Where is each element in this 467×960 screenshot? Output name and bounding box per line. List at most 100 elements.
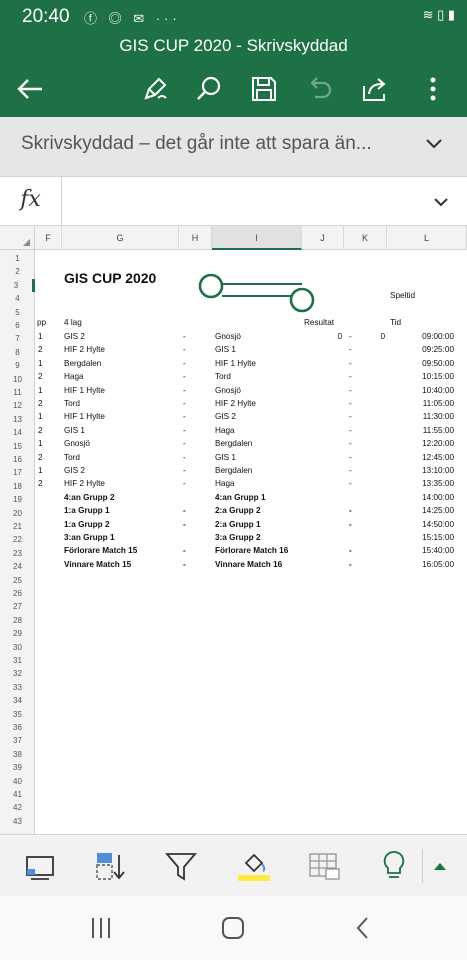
away-team-cell[interactable]: 4:an Grupp 1 <box>215 491 266 504</box>
filter-icon[interactable] <box>163 849 199 883</box>
row-header[interactable]: 20 <box>0 507 35 520</box>
away-team-cell[interactable]: GIS 1 <box>215 451 236 464</box>
result-away-cell[interactable] <box>355 370 385 383</box>
row-header[interactable]: 21 <box>0 520 35 533</box>
group-cell[interactable]: 2 <box>38 397 43 410</box>
row-header[interactable]: 38 <box>0 748 35 761</box>
time-cell[interactable]: 13:35:00 <box>392 477 454 490</box>
row-header[interactable]: 37 <box>0 734 35 747</box>
dash-cell[interactable]: - <box>349 410 352 423</box>
home-team-cell[interactable]: GIS 2 <box>64 464 85 477</box>
row-header[interactable]: 40 <box>0 775 35 788</box>
result-away-cell[interactable] <box>355 504 385 517</box>
dash-cell[interactable]: - <box>183 544 186 557</box>
row-header[interactable]: 25 <box>0 574 35 587</box>
result-home-cell[interactable] <box>312 464 342 477</box>
result-home-cell[interactable] <box>312 384 342 397</box>
away-team-cell[interactable]: Bergdalen <box>215 437 252 450</box>
group-cell[interactable]: 1 <box>38 330 43 343</box>
group-cell[interactable]: 2 <box>38 370 43 383</box>
home-icon[interactable] <box>218 914 248 942</box>
dash-cell[interactable]: - <box>349 437 352 450</box>
column-header[interactable]: K <box>344 226 387 250</box>
row-header[interactable]: 31 <box>0 654 35 667</box>
dash-cell[interactable]: - <box>183 451 186 464</box>
row-header[interactable]: 11 <box>0 386 35 399</box>
result-away-cell[interactable] <box>355 357 385 370</box>
expand-up-icon[interactable] <box>422 849 456 883</box>
group-cell[interactable]: 1 <box>38 464 43 477</box>
header-resultat[interactable]: Resultat <box>304 316 334 329</box>
dash-cell[interactable]: - <box>183 384 186 397</box>
pen-icon[interactable] <box>138 72 172 106</box>
result-home-cell[interactable] <box>312 491 342 504</box>
home-team-cell[interactable]: HIF 2 Hylte <box>64 477 105 490</box>
back-icon[interactable] <box>348 914 378 942</box>
row-header[interactable]: 14 <box>0 426 35 439</box>
time-cell[interactable]: 11:30:00 <box>392 410 454 423</box>
row-header[interactable]: 42 <box>0 801 35 814</box>
time-cell[interactable]: 13:10:00 <box>392 464 454 477</box>
dash-cell[interactable]: - <box>349 558 352 571</box>
header-tid[interactable]: Tid <box>390 316 401 329</box>
time-cell[interactable]: 09:25:00 <box>392 343 454 356</box>
row-header[interactable]: 19 <box>0 493 35 506</box>
away-team-cell[interactable]: GIS 2 <box>215 410 236 423</box>
row-header[interactable]: 2 <box>0 265 35 278</box>
result-home-cell[interactable] <box>312 477 342 490</box>
table-camera-icon[interactable] <box>306 849 342 883</box>
dash-cell[interactable]: - <box>349 424 352 437</box>
row-header[interactable]: 41 <box>0 788 35 801</box>
result-home-cell[interactable] <box>312 397 342 410</box>
row-header[interactable]: 26 <box>0 587 35 600</box>
result-away-cell[interactable] <box>355 343 385 356</box>
away-team-cell[interactable]: HIF 2 Hylte <box>215 397 256 410</box>
result-home-cell[interactable]: 0 <box>312 330 342 343</box>
result-home-cell[interactable] <box>312 451 342 464</box>
sheet-title[interactable]: GIS CUP 2020 <box>64 268 156 288</box>
dash-cell[interactable]: - <box>349 504 352 517</box>
result-away-cell[interactable] <box>355 544 385 557</box>
home-team-cell[interactable]: Förlorare Match 15 <box>64 544 137 557</box>
column-header[interactable]: J <box>302 226 344 250</box>
column-header[interactable]: F <box>35 226 62 250</box>
group-cell[interactable]: 1 <box>38 357 43 370</box>
time-cell[interactable]: 15:40:00 <box>392 544 454 557</box>
row-header[interactable]: 7 <box>0 332 35 345</box>
time-cell[interactable]: 16:05:00 <box>392 558 454 571</box>
row-header[interactable]: 27 <box>0 600 35 613</box>
readonly-message-bar[interactable]: Skrivskyddad – det går inte att spara än… <box>0 117 467 176</box>
away-team-cell[interactable]: 2:a Grupp 1 <box>215 518 261 531</box>
time-cell[interactable]: 14:50:00 <box>392 518 454 531</box>
dash-cell[interactable]: - <box>349 397 352 410</box>
away-team-cell[interactable]: Gnosjö <box>215 384 241 397</box>
result-home-cell[interactable] <box>312 518 342 531</box>
row-header[interactable]: 24 <box>0 560 35 573</box>
row-header[interactable]: 6 <box>0 319 35 332</box>
row-header[interactable]: 22 <box>0 533 35 546</box>
dash-cell[interactable]: - <box>183 424 186 437</box>
time-cell[interactable]: 14:25:00 <box>392 504 454 517</box>
row-header[interactable]: 16 <box>0 453 35 466</box>
home-team-cell[interactable]: Vinnare Match 15 <box>64 558 131 571</box>
chevron-down-icon[interactable] <box>433 195 449 213</box>
more-icon[interactable] <box>416 72 450 106</box>
result-away-cell[interactable] <box>355 397 385 410</box>
column-header[interactable]: H <box>179 226 212 250</box>
group-cell[interactable]: 2 <box>38 451 43 464</box>
result-away-cell[interactable] <box>355 424 385 437</box>
row-header[interactable]: 30 <box>0 641 35 654</box>
row-header[interactable]: 43 <box>0 815 35 828</box>
dash-cell[interactable]: - <box>183 357 186 370</box>
group-cell[interactable]: 1 <box>38 384 43 397</box>
row-header[interactable]: 12 <box>0 399 35 412</box>
result-home-cell[interactable] <box>312 370 342 383</box>
dash-cell[interactable]: - <box>183 370 186 383</box>
dash-cell[interactable]: - <box>349 518 352 531</box>
result-home-cell[interactable] <box>312 544 342 557</box>
home-team-cell[interactable]: HIF 1 Hylte <box>64 410 105 423</box>
dash-cell[interactable]: - <box>183 397 186 410</box>
dash-cell[interactable]: - <box>349 544 352 557</box>
row-header[interactable]: 4 <box>0 292 35 305</box>
time-cell[interactable]: 09:50:00 <box>392 357 454 370</box>
